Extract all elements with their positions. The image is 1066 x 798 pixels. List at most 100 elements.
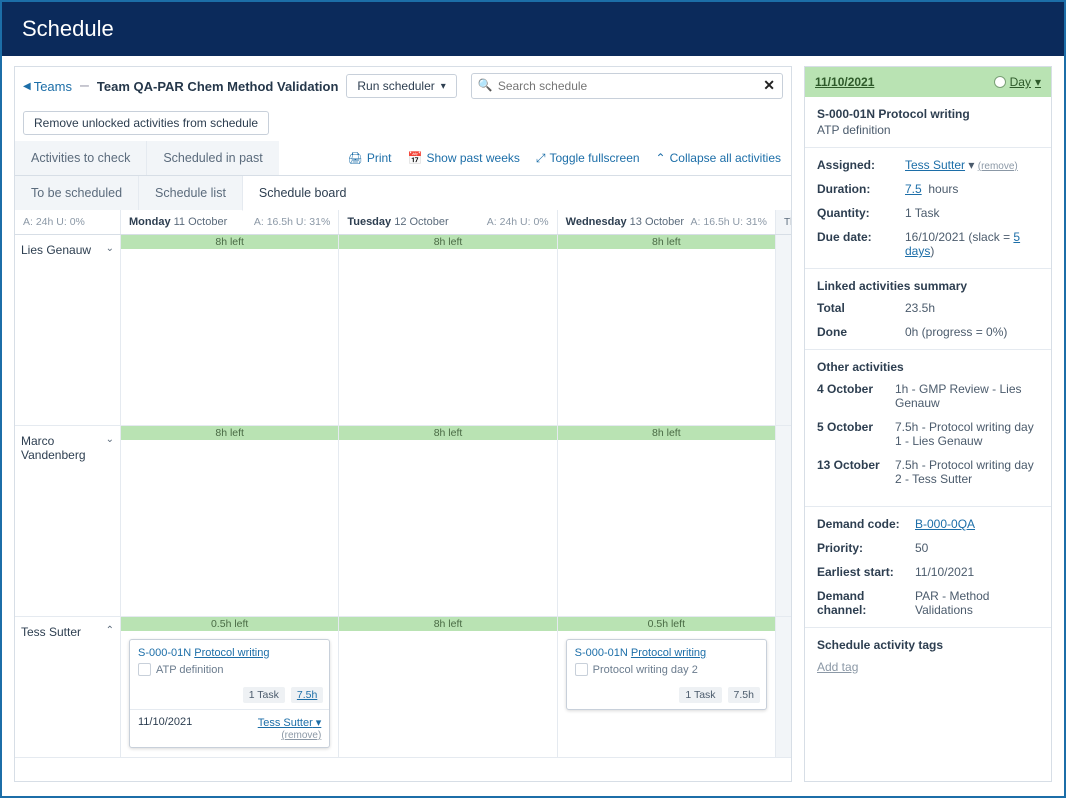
schedule-pane: Teams – Team QA-PAR Chem Method Validati…: [14, 66, 792, 782]
toggle-fullscreen-link[interactable]: ⤢Toggle fullscreen: [536, 149, 640, 167]
board-rows[interactable]: Lies Genauw ⌄ 8h left 8h left 8h left Ma…: [15, 235, 791, 778]
task-count-badge: 1 Task: [243, 687, 285, 703]
panel-activity-title: S-000-01N Protocol writing: [817, 107, 1039, 121]
board-cell[interactable]: 8h left: [557, 426, 775, 616]
channel-value: PAR - Method Validations: [915, 589, 1039, 617]
panel-activity-sub: ATP definition: [817, 123, 1039, 137]
panel-view-mode[interactable]: Day ▾: [994, 75, 1041, 89]
chevron-down-icon[interactable]: ⌄: [106, 243, 114, 254]
other-activities-list: 4 October1h - GMP Review - Lies Genauw 5…: [817, 382, 1039, 486]
teams-back-link[interactable]: Teams: [23, 79, 72, 94]
day-header-wed: Wednesday 13 October A: 16.5h U: 31%: [557, 210, 775, 234]
tab-activities-to-check[interactable]: Activities to check: [15, 141, 146, 175]
hours-badge[interactable]: 7.5h: [291, 687, 323, 703]
assigned-remove[interactable]: (remove): [978, 161, 1018, 172]
total-value: 23.5h: [905, 301, 1039, 315]
activity-card[interactable]: S-000-01N Protocol writing ATP definitio…: [129, 639, 330, 748]
board-cell[interactable]: 8h left: [557, 235, 775, 425]
person-row: Lies Genauw ⌄ 8h left 8h left 8h left: [15, 235, 791, 426]
hours-remaining: 8h left: [558, 235, 775, 249]
day-header-thu: Th: [775, 210, 792, 234]
label-assigned: Assigned:: [817, 158, 897, 172]
tabs-row-1: Activities to check Scheduled in past 🖨P…: [14, 141, 792, 176]
breadcrumb-sep: –: [80, 77, 89, 95]
board-actions: 🖨Print 📅Show past weeks ⤢Toggle fullscre…: [338, 141, 791, 175]
list-item: 13 October7.5h - Protocol writing day 2 …: [817, 458, 1039, 486]
label-done: Done: [817, 325, 897, 339]
linked-heading: Linked activities summary: [817, 279, 1039, 293]
chevron-up-icon[interactable]: ⌃: [106, 625, 114, 636]
demand-code-value[interactable]: B-000-0QA: [915, 517, 975, 531]
activity-code: S-000-01N: [138, 647, 191, 659]
list-item: 5 October7.5h - Protocol writing day 1 -…: [817, 420, 1039, 448]
list-item: 4 October1h - GMP Review - Lies Genauw: [817, 382, 1039, 410]
tags-heading: Schedule activity tags: [817, 638, 1039, 652]
search-icon: 🔍: [478, 78, 493, 92]
person-name-cell: Tess Sutter ⌃: [15, 617, 120, 757]
board-cell[interactable]: 8h left: [338, 235, 556, 425]
quantity-value: 1 Task: [905, 206, 1039, 220]
chevron-down-icon[interactable]: ⌄: [106, 434, 114, 445]
hours-remaining: 0.5h left: [121, 617, 338, 631]
hours-remaining: 8h left: [121, 426, 338, 440]
card-date: 11/10/2021: [138, 716, 192, 728]
tab-scheduled-in-past[interactable]: Scheduled in past: [146, 141, 278, 175]
board-cell[interactable]: 8h left: [120, 426, 338, 616]
label-duration: Duration:: [817, 182, 897, 196]
print-link[interactable]: 🖨Print: [348, 149, 392, 167]
board-cell[interactable]: 8h left: [338, 426, 556, 616]
board-cell[interactable]: 8h left: [338, 617, 556, 757]
person-row: Tess Sutter ⌃ 0.5h left S-000-01N Protoc…: [15, 617, 791, 758]
remove-unlocked-button[interactable]: Remove unlocked activities from schedule: [23, 111, 269, 135]
scrollbar-track[interactable]: [775, 617, 791, 757]
person-name-cell: Marco Vandenberg ⌄: [15, 426, 120, 616]
tab-schedule-list[interactable]: Schedule list: [138, 176, 242, 210]
team-name: Team QA-PAR Chem Method Validation: [97, 79, 338, 94]
hours-remaining: 0.5h left: [558, 617, 775, 631]
day-header-mon: Monday 11 October A: 16.5h U: 31%: [120, 210, 338, 234]
card-assignee[interactable]: Tess Sutter ▾: [258, 717, 322, 729]
scrollbar-track[interactable]: [775, 235, 791, 425]
show-past-weeks-link[interactable]: 📅Show past weeks: [408, 149, 520, 167]
hours-remaining: 8h left: [339, 235, 556, 249]
toolbar-primary: Teams – Team QA-PAR Chem Method Validati…: [14, 66, 792, 105]
add-tag-link[interactable]: Add tag: [817, 660, 858, 674]
label-due: Due date:: [817, 230, 897, 258]
card-remove-link[interactable]: (remove): [281, 730, 321, 741]
panel-header: 11/10/2021 Day ▾: [805, 67, 1051, 97]
activity-title[interactable]: Protocol writing: [194, 647, 269, 659]
collapse-all-link[interactable]: ⌃Collapse all activities: [656, 149, 781, 167]
board-cell[interactable]: 0.5h left S-000-01N Protocol writing ATP…: [120, 617, 338, 757]
tab-to-be-scheduled[interactable]: To be scheduled: [15, 176, 138, 210]
label-total: Total: [817, 301, 897, 315]
panel-date[interactable]: 11/10/2021: [815, 75, 874, 89]
duration-value[interactable]: 7.5: [905, 182, 922, 196]
label-demand-code: Demand code:: [817, 517, 907, 531]
run-scheduler-button[interactable]: Run scheduler: [346, 74, 456, 98]
board-cell[interactable]: 0.5h left S-000-01N Protocol writing Pro…: [557, 617, 775, 757]
print-icon: 🖨: [348, 151, 363, 165]
priority-value: 50: [915, 541, 1039, 555]
schedule-board: A: 24h U: 0% Monday 11 October A: 16.5h …: [14, 210, 792, 782]
person-row: Marco Vandenberg ⌄ 8h left 8h left 8h le…: [15, 426, 791, 617]
hours-remaining: 8h left: [121, 235, 338, 249]
label-quantity: Quantity:: [817, 206, 897, 220]
done-value: 0h (progress = 0%): [905, 325, 1039, 339]
activity-title[interactable]: Protocol writing: [631, 647, 706, 659]
search-input[interactable]: [471, 73, 783, 99]
detail-panel: 11/10/2021 Day ▾ S-000-01N Protocol writ…: [804, 66, 1052, 782]
fullscreen-icon: ⤢: [536, 151, 546, 166]
clear-search-icon[interactable]: ✕: [763, 77, 775, 94]
activity-code: S-000-01N: [575, 647, 628, 659]
label-earliest: Earliest start:: [817, 565, 907, 579]
toolbar-secondary: Remove unlocked activities from schedule: [14, 105, 792, 141]
day-headers: A: 24h U: 0% Monday 11 October A: 16.5h …: [15, 210, 791, 235]
tab-schedule-board[interactable]: Schedule board: [242, 176, 363, 211]
activity-subtitle: Protocol writing day 2: [575, 663, 758, 676]
page-title: Schedule: [2, 2, 1064, 56]
activity-card[interactable]: S-000-01N Protocol writing Protocol writ…: [566, 639, 767, 710]
assigned-value[interactable]: Tess Sutter: [905, 158, 965, 172]
hours-remaining: 8h left: [339, 617, 556, 631]
board-cell[interactable]: 8h left: [120, 235, 338, 425]
scrollbar-track[interactable]: [775, 426, 791, 616]
